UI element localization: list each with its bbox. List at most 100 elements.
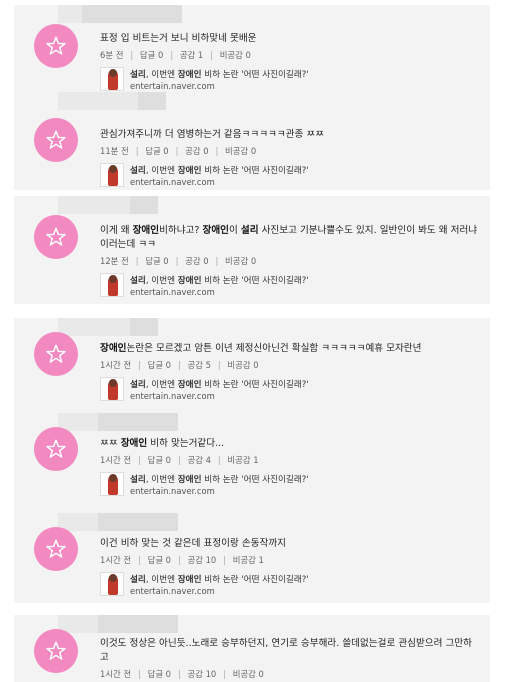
dislike-button[interactable]: 비공감 0 <box>225 146 256 156</box>
comment-text-segment: 비하 논란 '어떤 사진이길래?' <box>201 380 309 390</box>
article-url[interactable]: entertain.naver.com <box>130 81 215 91</box>
masked-username <box>58 413 178 431</box>
like-button[interactable]: 공감 4 <box>188 455 211 465</box>
article-url[interactable]: entertain.naver.com <box>130 586 215 596</box>
avatar[interactable] <box>34 332 78 376</box>
avatar[interactable] <box>34 24 78 68</box>
avatar[interactable] <box>34 427 78 471</box>
comment-time: 11분 전 <box>100 146 129 156</box>
comment-text: ㅉㅉ 장애인 비하 맞는거같다... <box>100 437 480 451</box>
comment-text-segment: , 이번엔 <box>145 475 178 485</box>
article-link[interactable]: 설리, 이번엔 장애인 비하 논란 '어떤 사진이길래?' entertain.… <box>100 377 480 405</box>
masked-username <box>58 513 178 531</box>
article-title[interactable]: 설리, 이번엔 장애인 비하 논란 '어떤 사진이길래?' <box>130 274 309 286</box>
star-icon <box>46 641 66 660</box>
star-icon <box>46 130 66 149</box>
reply-button[interactable]: 답글 0 <box>145 146 168 156</box>
star-icon <box>46 227 66 246</box>
comment-meta: 1시간 전 | 답글 0 | 공감 4 | 비공감 1 <box>100 455 259 465</box>
article-thumbnail-icon <box>100 163 124 187</box>
dislike-button[interactable]: 비공감 0 <box>233 669 264 679</box>
masked-username <box>58 318 158 336</box>
article-thumbnail-icon <box>100 67 124 91</box>
reply-button[interactable]: 답글 0 <box>148 360 171 370</box>
masked-username <box>58 615 178 633</box>
like-button[interactable]: 공감 1 <box>180 50 203 60</box>
comment-text: 이건 비하 맞는 것 같은데 표정이랑 손동작까지 <box>100 537 480 551</box>
comment-card: ㅉㅉ 장애인 비하 맞는거같다... 1시간 전 | 답글 0 | 공감 4 | 비공… <box>14 413 490 513</box>
comment-time: 6분 전 <box>100 50 124 60</box>
comment-text-segment: 장애인 <box>132 225 160 236</box>
comment-text-segment: 비하 맞는거같다... <box>147 438 225 449</box>
article-title[interactable]: 설리, 이번엔 장애인 비하 논란 '어떤 사진이길래?' <box>130 378 309 390</box>
comment-text-segment: 이것도 정상은 아닌듯..노래로 승부하던지, 연기로 승부해라. 쓸데없는걸로… <box>100 638 472 663</box>
dislike-button[interactable]: 비공감 1 <box>227 455 258 465</box>
article-title[interactable]: 설리, 이번엔 장애인 비하 논란 '어떤 사진이길래?' <box>130 473 309 485</box>
comment-feed: 표정 입 비트는거 보니 비하맞네 못배운 6분 전 | 답글 0 | 공감 1 | … <box>0 0 510 682</box>
article-link[interactable]: 설리, 이번엔 장애인 비하 논란 '어떤 사진이길래?' entertain.… <box>100 273 480 301</box>
like-button[interactable]: 공감 0 <box>185 146 208 156</box>
comment-text-segment: 비하 논란 '어떤 사진이길래?' <box>201 475 309 485</box>
reply-button[interactable]: 답글 0 <box>148 669 171 679</box>
comment-meta: 1시간 전 | 답글 0 | 공감 5 | 비공감 0 <box>100 360 259 370</box>
article-thumbnail-icon <box>100 572 124 596</box>
article-link[interactable]: 설리, 이번엔 장애인 비하 논란 '어떤 사진이길래?' entertain.… <box>100 472 480 500</box>
like-button[interactable]: 공감 10 <box>188 555 217 565</box>
comment-card: 이것도 정상은 아닌듯..노래로 승부하던지, 연기로 승부해라. 쓸데없는걸로… <box>14 615 490 682</box>
dislike-button[interactable]: 비공감 1 <box>233 555 264 565</box>
article-url[interactable]: entertain.naver.com <box>130 177 215 187</box>
comment-meta: 6분 전 | 답글 0 | 공감 1 | 비공감 0 <box>100 50 251 60</box>
avatar[interactable] <box>34 118 78 162</box>
star-icon <box>46 36 66 55</box>
star-icon <box>46 344 66 363</box>
comment-text: 관심가져주니까 더 염병하는거 같음ㅋㅋㅋㅋㅋ관종 ㅉㅉ <box>100 128 480 142</box>
comment-text: 이것도 정상은 아닌듯..노래로 승부하던지, 연기로 승부해라. 쓸데없는걸로… <box>100 637 480 665</box>
like-button[interactable]: 공감 0 <box>185 256 208 266</box>
comment-meta: 11분 전 | 답글 0 | 공감 0 | 비공감 0 <box>100 146 257 156</box>
article-title[interactable]: 설리, 이번엔 장애인 비하 논란 '어떤 사진이길래?' <box>130 68 309 80</box>
comment-text: 장애인논란은 모르겠고 암튼 이년 제정신아닌건 확실함 ㅋㅋㅋㅋㅋ예휴 모자란… <box>100 342 480 356</box>
reply-button[interactable]: 답글 0 <box>148 455 171 465</box>
comment-text-segment: 설리 <box>130 166 146 176</box>
comment-text-segment: 장애인 <box>177 575 202 585</box>
comment-card: 관심가져주니까 더 염병하는거 같음ㅋㅋㅋㅋㅋ관종 ㅉㅉ 11분 전 | 답글 0… <box>14 92 490 190</box>
comment-text-segment: 비하 논란 '어떤 사진이길래?' <box>201 166 309 176</box>
article-url[interactable]: entertain.naver.com <box>130 486 215 496</box>
reply-button[interactable]: 답글 0 <box>145 256 168 266</box>
article-url[interactable]: entertain.naver.com <box>130 287 215 297</box>
like-button[interactable]: 공감 10 <box>188 669 217 679</box>
article-title[interactable]: 설리, 이번엔 장애인 비하 논란 '어떤 사진이길래?' <box>130 573 309 585</box>
article-url[interactable]: entertain.naver.com <box>130 391 215 401</box>
comment-text-segment: 장애인 <box>120 438 148 449</box>
comment-text-segment: , 이번엔 <box>145 70 178 80</box>
article-link[interactable]: 설리, 이번엔 장애인 비하 논란 '어떤 사진이길래?' entertain.… <box>100 67 480 95</box>
comment-text-segment: 관심가져주니까 더 염병하는거 같음ㅋㅋㅋㅋㅋ관종 ㅉㅉ <box>100 129 325 140</box>
comment-text-segment: 장애인 <box>177 166 202 176</box>
article-link[interactable]: 설리, 이번엔 장애인 비하 논란 '어떤 사진이길래?' entertain.… <box>100 572 480 600</box>
comment-card: 이게 왜 장애인비하냐고? 장애인이 설리 사진보고 기분나쁠수도 있지. 일반… <box>14 196 490 304</box>
comment-text-segment: 설리 <box>130 70 146 80</box>
comment-text-segment: 논란은 모르겠고 암튼 이년 제정신아닌건 확실함 ㅋㅋㅋㅋㅋ예휴 모자란년 <box>126 343 422 354</box>
avatar[interactable] <box>34 527 78 571</box>
article-link[interactable]: 설리, 이번엔 장애인 비하 논란 '어떤 사진이길래?' entertain.… <box>100 163 480 190</box>
masked-username <box>58 92 166 110</box>
comment-text-segment: 장애인 <box>177 70 202 80</box>
comment-text-segment: 비하 논란 '어떤 사진이길래?' <box>201 276 309 286</box>
dislike-button[interactable]: 비공감 0 <box>227 360 258 370</box>
dislike-button[interactable]: 비공감 0 <box>220 50 251 60</box>
star-icon <box>46 439 66 458</box>
comment-text-segment: 이게 왜 <box>100 225 133 236</box>
avatar[interactable] <box>34 215 78 259</box>
like-button[interactable]: 공감 5 <box>188 360 211 370</box>
comment-text-segment: 설리 <box>130 575 146 585</box>
reply-button[interactable]: 답글 0 <box>148 555 171 565</box>
article-thumbnail-icon <box>100 472 124 496</box>
comment-card: 장애인논란은 모르겠고 암튼 이년 제정신아닌건 확실함 ㅋㅋㅋㅋㅋ예휴 모자란… <box>14 318 490 416</box>
article-title[interactable]: 설리, 이번엔 장애인 비하 논란 '어떤 사진이길래?' <box>130 164 309 176</box>
dislike-button[interactable]: 비공감 0 <box>225 256 256 266</box>
comment-text-segment: , 이번엔 <box>145 166 178 176</box>
comment-text-segment: ㅉㅉ <box>100 438 121 449</box>
avatar[interactable] <box>34 629 78 673</box>
comment-meta: 1시간 전 | 답글 0 | 공감 10 | 비공감 0 <box>100 669 264 679</box>
reply-button[interactable]: 답글 0 <box>140 50 163 60</box>
